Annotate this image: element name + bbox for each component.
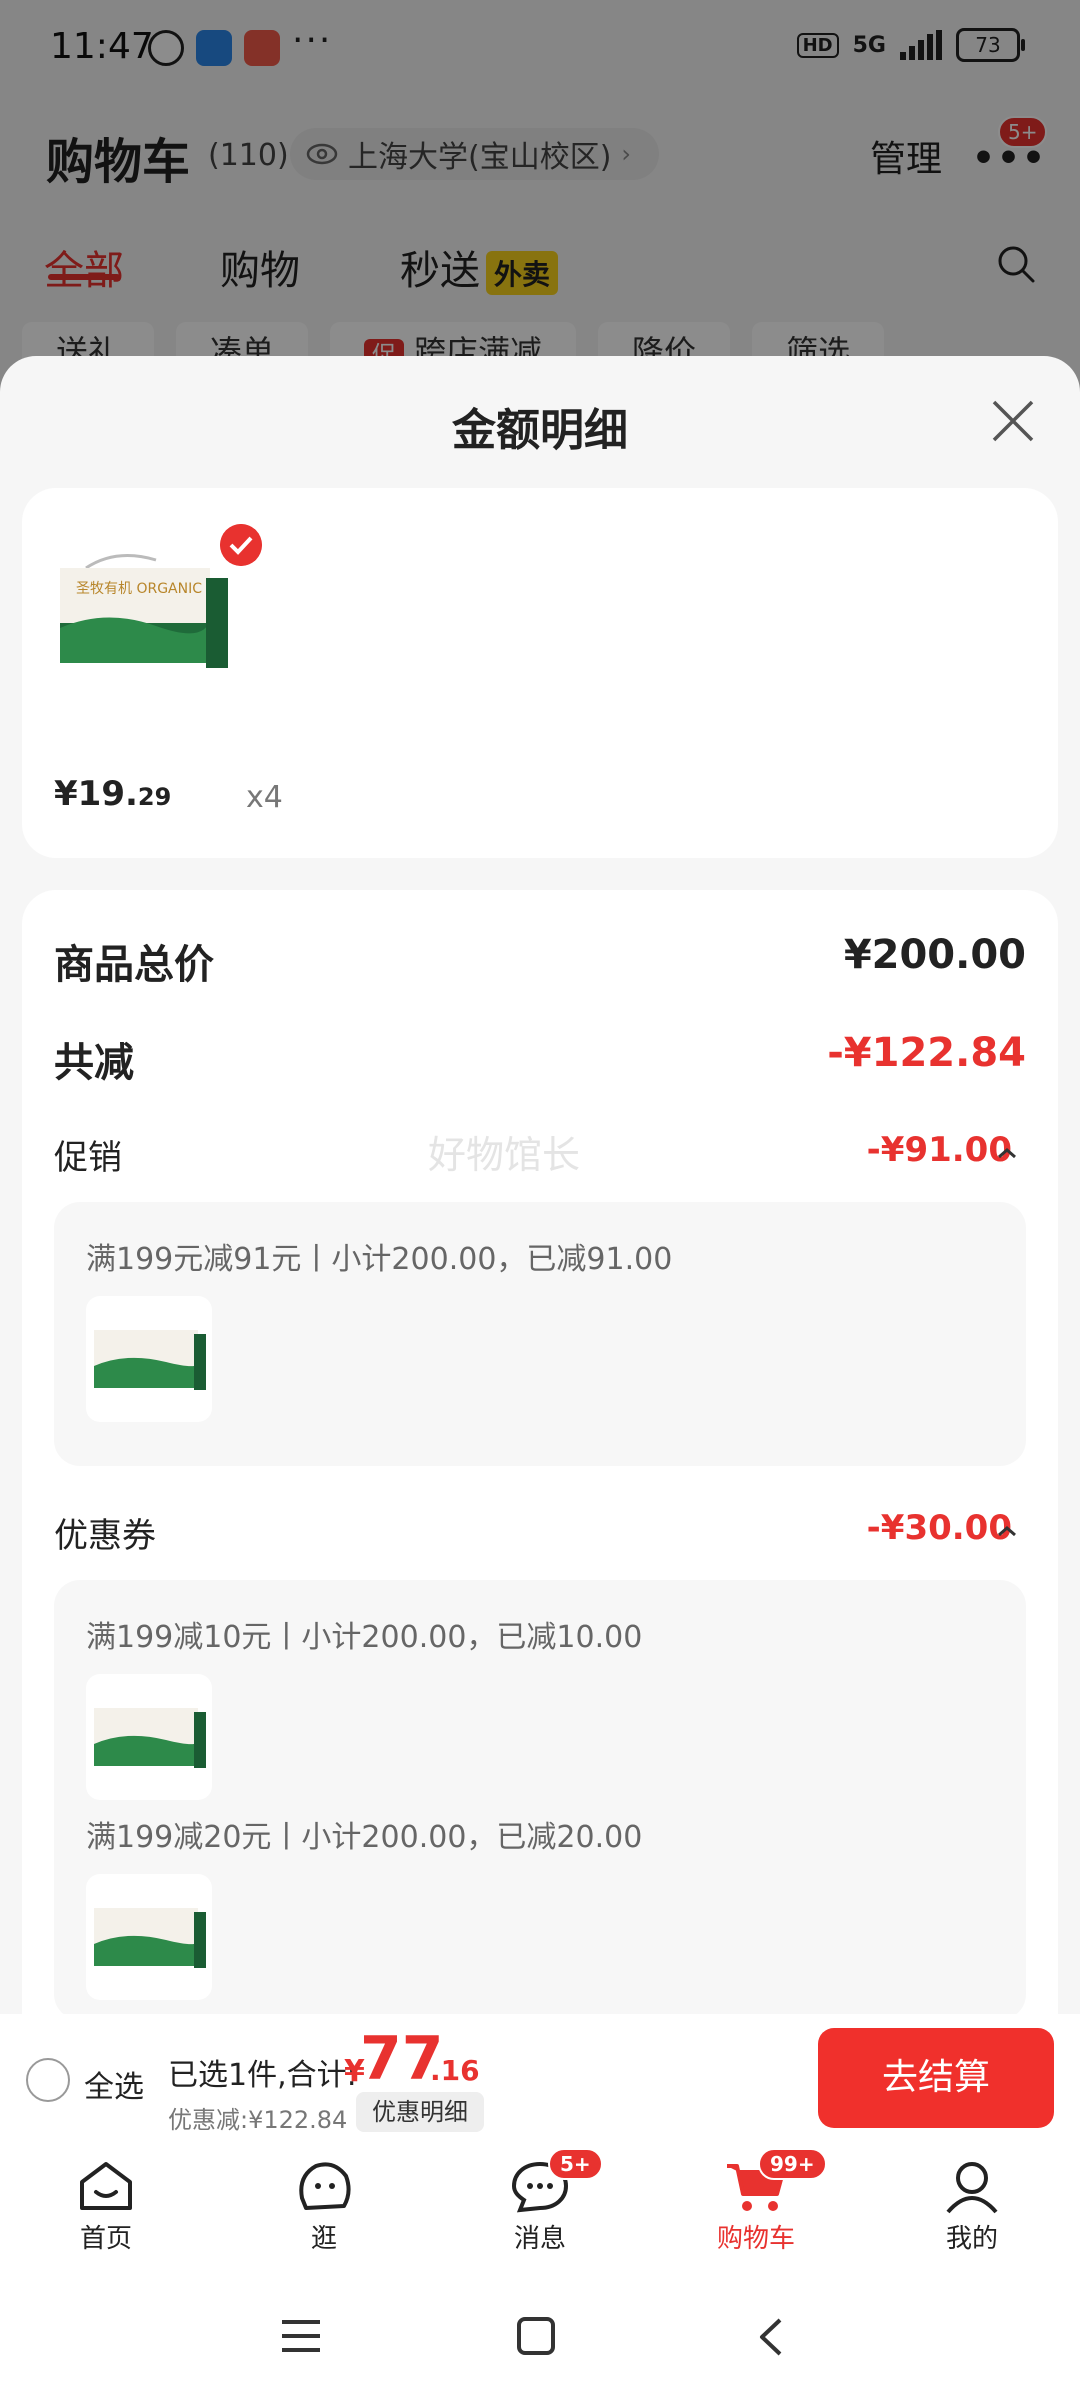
promo-group: 满199元减91元丨小计200.00，已减91.00 — [54, 1202, 1026, 1466]
total-label: 商品总价 — [54, 942, 214, 988]
nav-profile[interactable]: 我的 — [892, 2158, 1052, 2255]
total-dec: .16 — [430, 2054, 480, 2087]
product-price-int: ¥19. — [54, 774, 138, 814]
watermark: 好物馆长 — [428, 1133, 581, 1177]
nav-home-label: 首页 — [79, 2224, 132, 2254]
nav-cart-label: 购物车 — [716, 2224, 795, 2254]
sheet-title: 金额明细 — [452, 405, 628, 456]
profile-icon — [946, 2162, 998, 2214]
home-square-icon[interactable] — [516, 2316, 556, 2356]
nav-explore-label: 逛 — [310, 2224, 337, 2254]
discount-text: 优惠减:¥122.84 — [168, 2106, 348, 2134]
nav-messages-label: 消息 — [513, 2224, 566, 2254]
back-icon[interactable] — [756, 2316, 786, 2358]
coupon-product-thumb[interactable] — [86, 1674, 212, 1800]
cart-badge: 99+ — [758, 2148, 827, 2180]
coupon-label: 优惠券 — [54, 1516, 156, 1556]
promo-value: -¥91.00 — [866, 1130, 1012, 1170]
selected-summary: 已选1件,合计: — [168, 2058, 357, 2093]
chevron-up-icon[interactable] — [996, 1524, 1018, 1538]
explore-face-icon — [299, 2162, 351, 2210]
product-qty: x4 — [246, 780, 283, 815]
product-image[interactable]: 圣牧有机 ORGANIC — [56, 548, 234, 678]
nav-explore[interactable]: 逛 — [244, 2158, 404, 2255]
product-price: ¥19.29 — [54, 774, 171, 814]
coupon-group-text: 满199减20元丨小计200.00，已减20.00 — [86, 1820, 643, 1855]
nav-home[interactable]: 首页 — [26, 2158, 186, 2255]
product-card: 圣牧有机 ORGANIC ¥19.29 x4 — [22, 488, 1058, 858]
promo-group-text: 满199元减91元丨小计200.00，已减91.00 — [86, 1242, 673, 1277]
select-all-radio[interactable] — [26, 2058, 70, 2102]
coupon-group: 满199减10元丨小计200.00，已减10.00 满199减20元丨小计200… — [54, 1580, 1026, 2020]
coupon-value: -¥30.00 — [866, 1508, 1012, 1548]
select-all-label[interactable]: 全选 — [84, 2062, 144, 2106]
promo-product-thumb[interactable] — [86, 1296, 212, 1422]
nav-profile-label: 我的 — [945, 2224, 998, 2254]
menu-icon[interactable] — [280, 2316, 322, 2356]
chevron-up-icon[interactable] — [996, 1146, 1018, 1160]
coupon-group-text: 满199减10元丨小计200.00，已减10.00 — [86, 1620, 643, 1655]
reduce-value: -¥122.84 — [827, 1030, 1026, 1076]
discount-detail-button[interactable]: 优惠明细 — [356, 2092, 484, 2132]
promo-label: 促销 — [54, 1138, 122, 1178]
product-price-dec: 29 — [137, 783, 172, 811]
total-value: ¥200.00 — [843, 932, 1026, 978]
coupon-product-thumb[interactable] — [86, 1874, 212, 2000]
product-box-text: 圣牧有机 ORGANIC — [76, 581, 202, 597]
messages-badge: 5+ — [548, 2148, 603, 2180]
checkout-button[interactable]: 去结算 — [818, 2028, 1054, 2128]
reduce-label: 共减 — [54, 1040, 134, 1086]
checked-icon[interactable] — [220, 524, 262, 566]
close-icon[interactable] — [990, 398, 1036, 444]
home-icon — [80, 2162, 132, 2210]
